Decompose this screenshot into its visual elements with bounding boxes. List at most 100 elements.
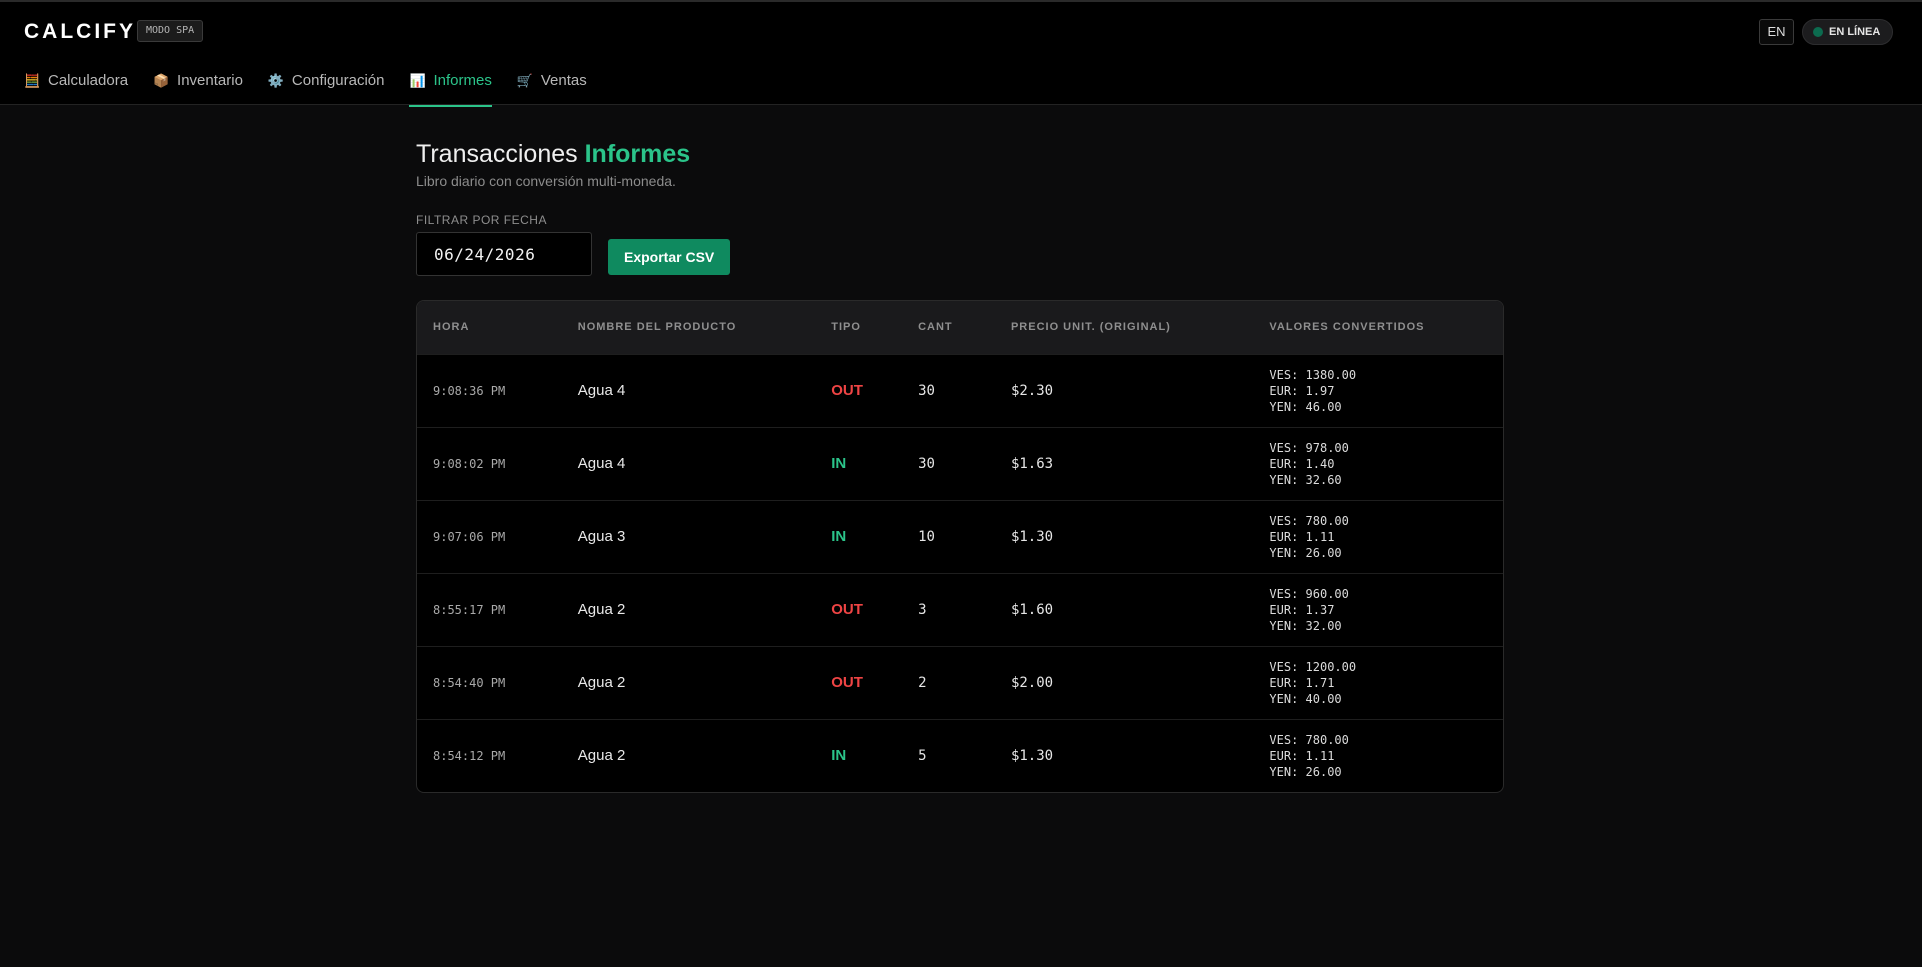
converted-value: VES: 978.00 [1269,440,1349,455]
converted-value: VES: 1200.00 [1269,659,1357,674]
converted-value: EUR: 1.97 [1269,383,1335,398]
brand-logo[interactable]: CALCIFY [24,20,136,44]
converted-value: YEN: 32.60 [1269,472,1342,487]
cell-time: 8:54:12 PM [433,748,506,763]
table-row[interactable]: 8:54:12 PM Agua 2 IN 5 $1.30 VES: 780.00 EUR: … [417,719,1503,792]
nav-tab-settings[interactable]: ⚙️ Configuración [268,64,385,107]
cell-converted: VES: 1200.00 EUR: 1.71 YEN: 40.00 [1253,646,1503,719]
language-button[interactable]: EN [1759,19,1794,45]
nav-tab-label: Configuración [291,72,385,89]
converted-value: VES: 780.00 [1269,732,1349,747]
transactions-table-container: HORA NOMBRE DEL PRODUCTO TIPO CANT PRECIO UN… [416,300,1504,793]
nav-tab-reports[interactable]: 📊 Informes [409,64,492,107]
nav-tab-calculator[interactable]: 🧮 Calculadora [24,64,128,107]
nav-tab-label: Inventario [177,72,243,89]
cell-qty: 10 [918,528,935,545]
cell-unit-price: $1.30 [1010,528,1054,545]
cell-product: Agua 2 [577,747,626,765]
cell-time: 8:55:17 PM [433,602,506,617]
cell-qty: 30 [918,382,935,399]
cell-time: 8:54:40 PM [433,675,506,690]
transactions-table: HORA NOMBRE DEL PRODUCTO TIPO CANT PRECIO UN… [417,301,1503,792]
cell-converted: VES: 960.00 EUR: 1.37 YEN: 32.00 [1253,573,1503,646]
cell-type: OUT [831,601,863,618]
converted-value: VES: 780.00 [1269,513,1349,528]
bar-chart-icon: 📊 [409,73,426,88]
cell-unit-price: $2.30 [1010,382,1054,399]
status-label: EN LÍNEA [1829,26,1881,38]
cell-product: Agua 4 [577,455,626,472]
main-content: Transacciones Informes Libro diario con … [416,105,1504,793]
status-badge: EN LÍNEA [1802,19,1894,45]
mode-badge: MODO SPA [137,20,204,42]
converted-value: YEN: 26.00 [1269,545,1342,560]
col-header-time: HORA [433,321,470,334]
table-body: 9:08:36 PM Agua 4 OUT 30 $2.30 VES: 1380.00 EU… [417,354,1503,792]
top-bar: CALCIFY MODO SPA EN EN LÍNEA 🧮 Calculador… [0,0,1922,107]
cell-product: Agua 4 [577,382,626,399]
gear-icon: ⚙️ [267,73,285,88]
converted-value: YEN: 46.00 [1269,399,1342,414]
table-row[interactable]: 8:55:17 PM Agua 2 OUT 3 $1.60 VES: 960.00 EUR:… [417,573,1503,646]
nav-tab-inventory[interactable]: 📦 Inventario [153,64,243,107]
col-header-qty: CANT [918,321,953,334]
table-header-row: HORA NOMBRE DEL PRODUCTO TIPO CANT PRECIO UN… [417,301,1503,354]
cell-type: OUT [831,382,863,399]
cell-product: Agua 2 [577,601,626,618]
cell-type: OUT [831,674,863,691]
cell-product: Agua 3 [577,528,626,545]
col-header-unit-price: PRECIO UNIT. (ORIGINAL) [1010,321,1171,334]
date-filter-label: FILTRAR POR FECHA [416,213,547,227]
cell-qty: 5 [918,747,927,764]
converted-value: YEN: 32.00 [1269,618,1342,633]
page-title: Transacciones Informes [416,140,1504,169]
main-nav: 🧮 Calculadora 📦 Inventario ⚙️ Configuración 📊 I… [24,64,612,107]
cell-type: IN [831,747,847,765]
converted-value: YEN: 26.00 [1269,764,1342,779]
cell-time: 9:08:02 PM [433,456,506,471]
col-header-type: TIPO [831,321,861,334]
converted-value: VES: 960.00 [1269,586,1349,601]
cell-unit-price: $1.60 [1010,601,1054,618]
table-row[interactable]: 8:54:40 PM Agua 2 OUT 2 $2.00 VES: 1200.00 EUR… [417,646,1503,719]
col-header-product: NOMBRE DEL PRODUCTO [577,321,737,334]
cell-converted: VES: 780.00 EUR: 1.11 YEN: 26.00 [1253,719,1503,792]
converted-value: EUR: 1.11 [1269,748,1335,763]
converted-value: YEN: 40.00 [1269,691,1342,706]
cell-converted: VES: 780.00 EUR: 1.11 YEN: 26.00 [1253,500,1503,573]
converted-value: EUR: 1.40 [1269,456,1335,471]
nav-tab-label: Informes [433,72,492,89]
cell-qty: 2 [918,674,927,691]
table-row[interactable]: 9:08:36 PM Agua 4 OUT 30 $2.30 VES: 1380.00 EU… [417,354,1503,427]
nav-tab-label: Ventas [540,72,587,89]
cell-qty: 3 [918,601,927,618]
page-subtitle: Libro diario con conversión multi-moneda… [416,173,676,189]
cell-converted: VES: 1380.00 EUR: 1.97 YEN: 46.00 [1253,354,1503,427]
filter-row: Exportar CSV [416,232,1504,276]
package-icon: 📦 [153,73,170,88]
cell-time: 9:08:36 PM [433,383,506,398]
export-csv-button[interactable]: Exportar CSV [608,239,731,275]
nav-tab-label: Calculadora [48,72,129,89]
converted-value: VES: 1380.00 [1269,367,1357,382]
cell-type: IN [831,455,847,472]
cell-converted: VES: 978.00 EUR: 1.40 YEN: 32.60 [1253,427,1503,500]
date-filter-input[interactable] [416,232,592,276]
status-dot-icon [1813,27,1823,37]
cell-unit-price: $1.63 [1010,455,1054,472]
cell-type: IN [831,528,847,545]
page-title-accent: Informes [584,140,691,168]
abacus-icon: 🧮 [24,73,41,88]
table-row[interactable]: 9:07:06 PM Agua 3 IN 10 $1.30 VES: 780.00 EUR:… [417,500,1503,573]
cell-unit-price: $2.00 [1010,674,1054,691]
table-row[interactable]: 9:08:02 PM Agua 4 IN 30 $1.63 VES: 978.00 EUR:… [417,427,1503,500]
cell-time: 9:07:06 PM [433,529,506,544]
cell-unit-price: $1.30 [1010,747,1054,764]
cell-qty: 30 [918,455,935,472]
cell-product: Agua 2 [577,674,626,691]
nav-tab-sales[interactable]: 🛒 Ventas [517,64,587,107]
converted-value: EUR: 1.11 [1269,529,1335,544]
col-header-converted: VALORES CONVERTIDOS [1269,321,1425,334]
converted-value: EUR: 1.37 [1269,602,1335,617]
page-title-main: Transacciones [416,140,578,168]
